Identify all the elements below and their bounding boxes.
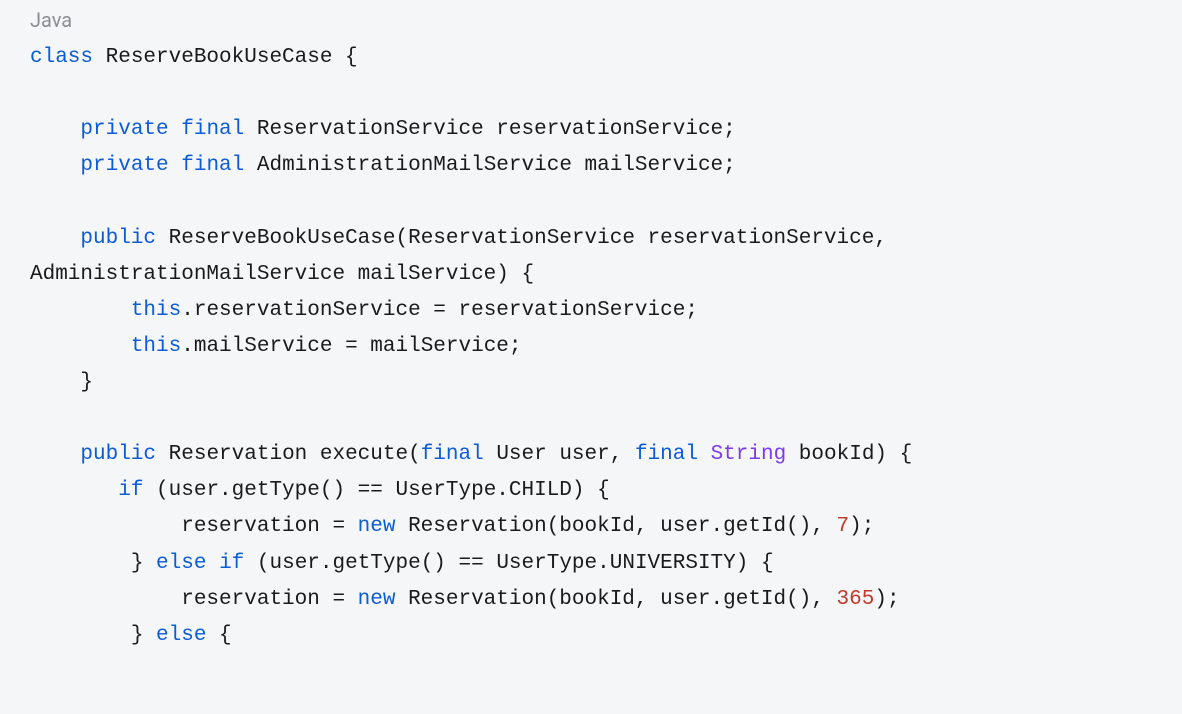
code-token: public xyxy=(80,227,156,250)
code-content: class ReserveBookUseCase { private final… xyxy=(30,40,1152,654)
code-token: Reservation(bookId, user.getId(), xyxy=(395,515,836,538)
code-token xyxy=(206,552,219,575)
code-token: { xyxy=(206,624,231,647)
code-block: Java class ReserveBookUseCase { private … xyxy=(0,0,1182,674)
code-token: private xyxy=(80,154,168,177)
code-token xyxy=(169,154,182,177)
code-token: final xyxy=(635,443,698,466)
code-token xyxy=(169,118,182,141)
code-token: } xyxy=(30,552,156,575)
code-token: this xyxy=(131,335,181,358)
code-token: ReserveBookUseCase(ReservationService re… xyxy=(156,227,900,250)
code-token: 365 xyxy=(837,588,875,611)
code-token xyxy=(698,443,711,466)
code-token xyxy=(30,299,131,322)
code-token: 7 xyxy=(837,515,850,538)
code-token: final xyxy=(181,118,244,141)
code-token: ReserveBookUseCase { xyxy=(93,46,358,69)
code-token xyxy=(30,154,80,177)
code-token: else xyxy=(156,624,206,647)
code-token: if xyxy=(118,479,143,502)
code-token: .mailService = mailService; xyxy=(181,335,521,358)
language-label: Java xyxy=(30,8,1152,32)
code-token xyxy=(30,227,80,250)
code-token: reservation = xyxy=(30,515,358,538)
code-token: ReservationService reservationService; xyxy=(244,118,735,141)
code-token: (user.getType() == UserType.CHILD) { xyxy=(143,479,609,502)
code-token: AdministrationMailService mailService; xyxy=(244,154,735,177)
code-token: class xyxy=(30,46,93,69)
code-token: } xyxy=(30,371,93,394)
code-token: ); xyxy=(849,515,874,538)
code-token xyxy=(30,443,80,466)
code-token: String xyxy=(711,443,787,466)
code-token: final xyxy=(181,154,244,177)
code-token: new xyxy=(358,515,396,538)
code-token: new xyxy=(358,588,396,611)
code-token: Reservation(bookId, user.getId(), xyxy=(395,588,836,611)
code-token: AdministrationMailService mailService) { xyxy=(30,263,534,286)
code-token: bookId) { xyxy=(786,443,912,466)
code-token xyxy=(30,335,131,358)
code-token: } xyxy=(30,624,156,647)
code-token: reservation = xyxy=(30,588,358,611)
code-token xyxy=(30,479,118,502)
code-token: public xyxy=(80,443,156,466)
code-token: if xyxy=(219,552,244,575)
code-token: .reservationService = reservationService… xyxy=(181,299,698,322)
code-token: Reservation execute( xyxy=(156,443,421,466)
code-token: else xyxy=(156,552,206,575)
code-token: (user.getType() == UserType.UNIVERSITY) … xyxy=(244,552,773,575)
code-token: final xyxy=(421,443,484,466)
code-token: User user, xyxy=(484,443,635,466)
code-token: private xyxy=(80,118,168,141)
code-token xyxy=(30,118,80,141)
code-token: this xyxy=(131,299,181,322)
code-token: ); xyxy=(874,588,899,611)
